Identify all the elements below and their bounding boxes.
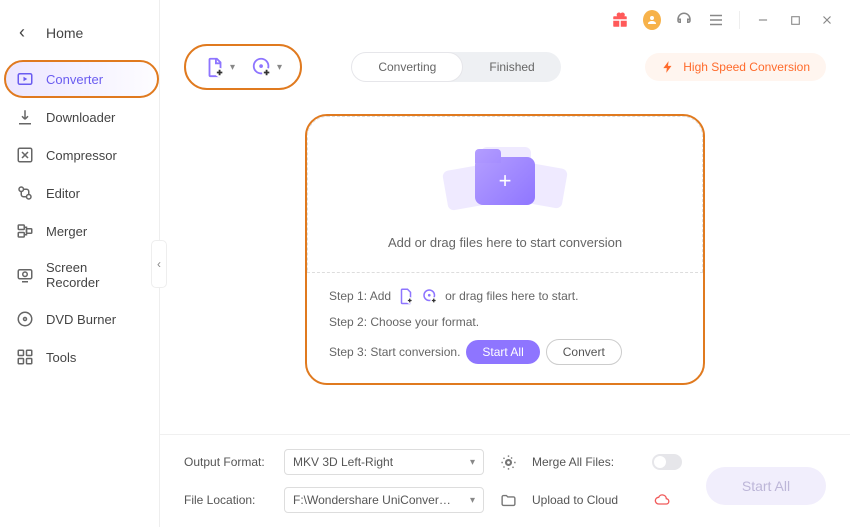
divider [739,11,740,29]
canvas: + Add or drag files here to start conver… [160,104,850,434]
converter-icon [16,70,34,88]
chevron-down-icon: ▾ [470,457,475,468]
add-file-mini-icon [397,287,415,305]
toolbar: ▾ ▾ Converting Finished High Speed Conve… [160,40,850,104]
sidebar-item-editor[interactable]: Editor [6,175,153,211]
high-speed-label: High Speed Conversion [683,60,810,74]
merge-toggle[interactable] [652,454,682,470]
sidebar-item-screen-recorder[interactable]: Screen Recorder [6,251,153,299]
dropzone-text: Add or drag files here to start conversi… [388,235,622,250]
screen-recorder-icon [16,266,34,284]
add-dvd-mini-icon [421,287,439,305]
plus-icon: + [499,168,512,194]
sidebar-item-tools[interactable]: Tools [6,339,153,375]
step-2-label: Step 2: Choose your format. [329,315,479,329]
home-row: ‹ Home [0,10,159,61]
sidebar-item-label: Editor [46,186,80,201]
merge-label: Merge All Files: [532,455,642,469]
sidebar-item-label: Screen Recorder [46,260,143,290]
file-location-select[interactable]: F:\Wondershare UniConverter 1 ▾ [284,487,484,513]
step-2: Step 2: Choose your format. [329,315,681,329]
compressor-icon [16,146,34,164]
main: ▾ ▾ Converting Finished High Speed Conve… [160,0,850,527]
file-location-value: F:\Wondershare UniConverter 1 [293,493,453,507]
sidebar-item-dvd-burner[interactable]: DVD Burner [6,301,153,337]
tab-finished[interactable]: Finished [463,52,560,82]
sidebar: ‹ Home Converter Downloader Compressor [0,0,160,527]
lightning-icon [661,60,675,74]
sidebar-item-downloader[interactable]: Downloader [6,99,153,135]
high-speed-conversion-button[interactable]: High Speed Conversion [645,53,826,81]
start-all-mini-button[interactable]: Start All [466,340,539,364]
sidebar-item-label: Tools [46,350,76,365]
open-folder-icon[interactable] [494,492,522,509]
support-icon[interactable] [675,11,693,29]
folder-illustration: + [445,145,565,217]
tab-converting[interactable]: Converting [351,52,463,82]
step-1-label: Step 1: Add [329,289,391,303]
cloud-label: Upload to Cloud [532,493,642,507]
add-dvd-button[interactable]: ▾ [251,56,282,78]
add-buttons-group: ▾ ▾ [184,44,302,90]
file-location-label: File Location: [184,493,274,507]
sidebar-item-compressor[interactable]: Compressor [6,137,153,173]
tools-icon [16,348,34,366]
menu-icon[interactable] [707,11,725,29]
add-file-button[interactable]: ▾ [204,56,235,78]
sidebar-item-merger[interactable]: Merger [6,213,153,249]
chevron-down-icon: ▾ [470,495,475,506]
titlebar [160,0,850,40]
output-format-value: MKV 3D Left-Right [293,455,393,469]
minimize-button[interactable] [754,11,772,29]
step-3-label: Step 3: Start conversion. [329,345,460,359]
editor-icon [16,184,34,202]
output-format-label: Output Format: [184,455,274,469]
dropzone-steps: Step 1: Add or drag files here to start.… [307,272,703,383]
start-all-button[interactable]: Start All [706,467,826,505]
output-format-select[interactable]: MKV 3D Left-Right ▾ [284,449,484,475]
avatar[interactable] [643,11,661,29]
downloader-icon [16,108,34,126]
step-1: Step 1: Add or drag files here to start. [329,287,681,305]
upload-cloud-icon[interactable] [652,492,682,508]
dropzone-area[interactable]: + Add or drag files here to start conver… [307,116,703,272]
sidebar-item-label: Compressor [46,148,117,163]
chevron-down-icon: ▾ [277,62,282,73]
dropzone: + Add or drag files here to start conver… [305,114,705,385]
gift-icon[interactable] [611,11,629,29]
chevron-down-icon: ▾ [230,62,235,73]
sidebar-item-label: Downloader [46,110,115,125]
sidebar-item-converter[interactable]: Converter [6,61,153,97]
dvd-burner-icon [16,310,34,328]
convert-mini-button[interactable]: Convert [546,339,622,365]
folder-icon: + [475,157,535,205]
tab-group: Converting Finished [351,52,560,82]
step-3: Step 3: Start conversion. Start All Conv… [329,339,681,365]
sidebar-item-label: Merger [46,224,87,239]
sidebar-item-label: Converter [46,72,103,87]
close-button[interactable] [818,11,836,29]
step-1-tail: or drag files here to start. [445,289,578,303]
home-label[interactable]: Home [46,25,83,41]
settings-icon[interactable] [494,454,522,471]
back-icon[interactable]: ‹ [14,22,30,43]
merger-icon [16,222,34,240]
sidebar-item-label: DVD Burner [46,312,116,327]
maximize-button[interactable] [786,11,804,29]
